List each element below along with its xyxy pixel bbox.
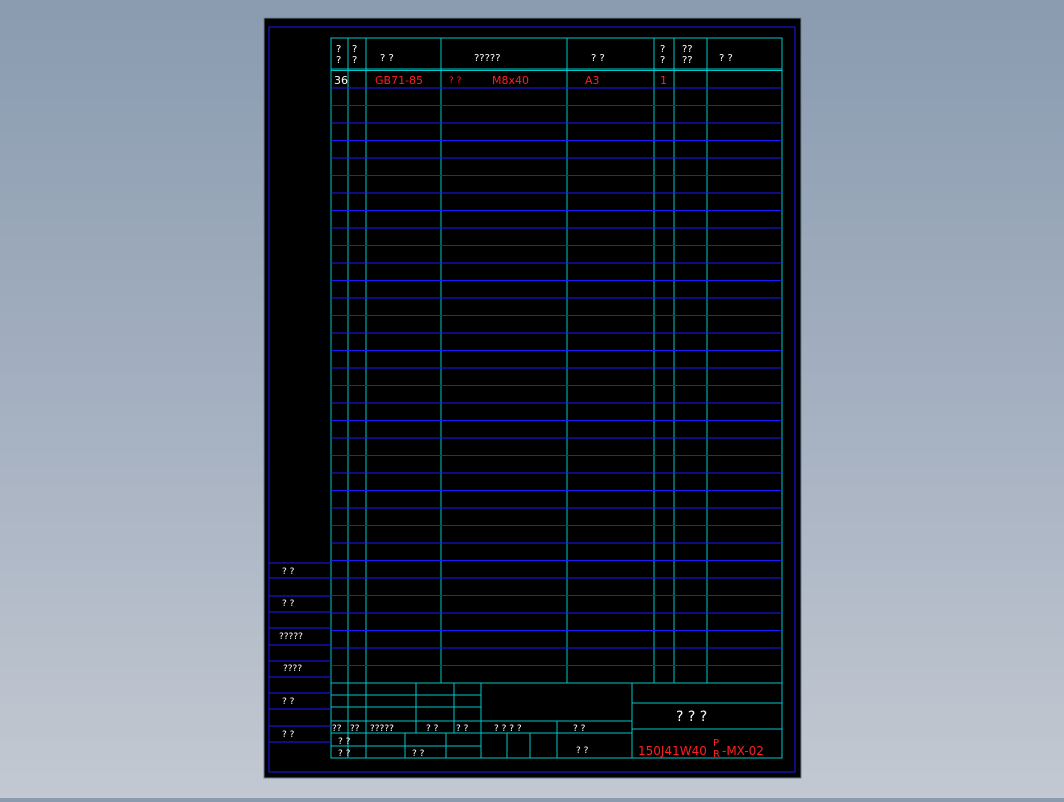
header-qty-1: ? [660,44,665,55]
header-code-1: ? [352,44,357,55]
cad-viewport[interactable]: ? ? ? ? ? ? ????? ? ? ? ? ?? ?? ? ? 36 G… [0,0,1064,798]
header-seq-2: ? [336,55,341,66]
header-material: ? ? [591,53,605,64]
tb-sig-5: ? ? [456,724,469,734]
paper-sheet [263,17,802,779]
header-std: ? ? [380,53,394,64]
header-seq-1: ? [336,44,341,55]
side-label-6: ? ? [282,730,295,740]
header-name: ????? [474,53,501,64]
header-code-2: ? [352,55,357,66]
side-label-5: ? ? [282,697,295,707]
tb-sheet-label-2: ? ? [576,746,589,756]
row-name-prefix: ? ? [449,76,462,86]
tb-sheet-label-1: ? ? [573,724,586,734]
side-label-4: ???? [283,664,302,674]
side-label-2: ? ? [282,599,295,609]
header-remark: ? ? [719,53,733,64]
header-weight-2: ?? [682,55,693,66]
row-seq: 36 [334,74,348,87]
header-weight-1: ?? [682,44,693,55]
tb-scale-labels: ? ? ? ? [494,724,522,734]
tb-sig-3: ????? [370,724,394,734]
row-qty: 1 [660,74,667,87]
tb-sig-6: ? ? [338,737,351,747]
drawing-canvas: ? ? ? ? ? ? ????? ? ? ? ? ?? ?? ? ? 36 G… [263,17,802,779]
tb-drawing-number-suffix: -MX-02 [722,744,764,758]
row-name: M8x40 [492,74,529,87]
side-label-1: ? ? [282,567,295,577]
tb-sig-8: ? ? [412,749,425,759]
side-label-3: ????? [279,632,303,642]
tb-drawing-number: 150J41W40 [638,744,707,758]
row-material: A3 [585,74,600,87]
tb-drawing-number-sup: P [713,738,719,749]
row-std: GB71-85 [375,74,423,87]
header-qty-2: ? [660,55,665,66]
tb-sig-2: ?? [350,724,360,734]
tb-sig-7: ? ? [338,749,351,759]
tb-sig-4: ? ? [426,724,439,734]
tb-drawing-title: ? ? ? [676,709,707,725]
tb-sig-1: ?? [332,724,342,734]
tb-drawing-number-sub: R [713,749,720,760]
